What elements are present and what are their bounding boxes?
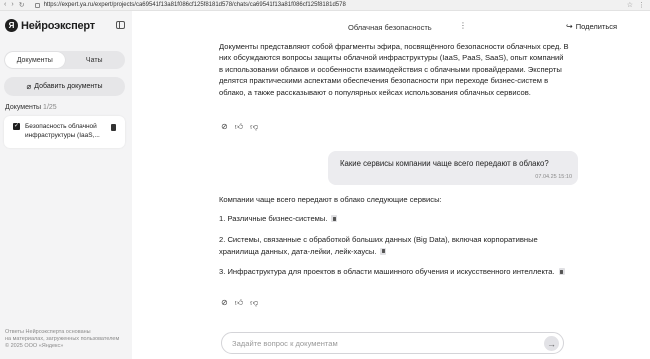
document-item[interactable]: ✓ Безопасность облачной инфраструктуры (… xyxy=(4,116,125,148)
paperclip-icon: ⌀ xyxy=(26,82,32,91)
browser-nav: ‹ › ↻ xyxy=(0,1,25,9)
thumbs-up-icon[interactable]: 👍︎ xyxy=(235,122,243,132)
reload-icon[interactable]: ↻ xyxy=(19,1,25,9)
tab-documents[interactable]: Документы xyxy=(5,52,65,68)
more-options-icon[interactable]: ⋮ xyxy=(459,21,467,30)
copy-link-icon[interactable]: ⊘ xyxy=(221,122,228,132)
thumbs-down-icon[interactable]: 👎︎ xyxy=(250,122,258,132)
question-input[interactable] xyxy=(232,337,532,350)
address-bar[interactable]: https://expert.ya.ru/expert/projects/ca6… xyxy=(44,2,346,8)
bookmark-icon[interactable]: ☆ xyxy=(627,1,633,9)
browser-toolbar: ‹ › ↻ https://expert.ya.ru/expert/projec… xyxy=(0,0,650,11)
documents-counter: Документы 1/25 xyxy=(5,104,57,111)
document-reference-icon[interactable] xyxy=(558,268,565,275)
assistant-answer-intro: Компании чаще всего передают в облако сл… xyxy=(219,195,442,204)
sidebar-footer: Ответы Нейроэксперта основаны на материа… xyxy=(5,329,129,350)
document-title: Безопасность облачной инфраструктуры (Ia… xyxy=(25,123,100,139)
thumbs-down-icon[interactable]: 👎︎ xyxy=(250,298,258,308)
answer-list-item: 3. Инфраструктура для проектов в области… xyxy=(219,266,569,278)
extensions-icon[interactable]: ⋮ xyxy=(638,1,645,9)
documents-label: Документы xyxy=(5,104,42,111)
answer-item-text: 1. Различные бизнес-системы. xyxy=(219,214,328,223)
logo-text: Нейроэксперт xyxy=(21,19,95,32)
footer-line: Ответы Нейроэксперта основаны xyxy=(5,329,91,335)
footer-line: на материалах, загруженных пользователем xyxy=(5,336,120,342)
document-reference-icon[interactable] xyxy=(380,247,387,255)
answer-item-text: 3. Инфраструктура для проектов в области… xyxy=(219,267,555,276)
add-documents-label: Добавить документы xyxy=(34,83,103,90)
message-timestamp: 07.04.25 15:10 xyxy=(535,174,572,180)
add-documents-button[interactable]: ⌀ Добавить документы xyxy=(4,77,125,96)
message-actions: ⊘ 👍︎ 👎︎ xyxy=(221,122,258,132)
checkbox-checked-icon[interactable]: ✓ xyxy=(13,123,20,130)
logo[interactable]: Я Нейроэксперт xyxy=(5,19,95,32)
arrow-right-icon: → xyxy=(547,338,556,349)
answer-list-item: 1. Различные бизнес-системы. xyxy=(219,213,569,225)
question-input-container: → xyxy=(221,332,564,354)
answer-item-text: 2. Системы, связанные с обработкой больш… xyxy=(219,235,538,256)
tab-chats[interactable]: Чаты xyxy=(65,52,125,68)
answer-list-item: 2. Системы, связанные с обработкой больш… xyxy=(219,234,569,257)
back-icon[interactable]: ‹ xyxy=(4,1,6,9)
copy-link-icon[interactable]: ⊘ xyxy=(221,298,228,308)
browser-actions: ☆ ⋮ xyxy=(627,1,650,9)
sidebar-tabs: Документы Чаты xyxy=(4,51,125,69)
lock-icon xyxy=(34,2,40,8)
share-button[interactable]: ↪ Поделиться xyxy=(566,22,617,31)
message-actions: ⊘ 👍︎ 👎︎ xyxy=(221,298,258,308)
thumbs-up-icon[interactable]: 👍︎ xyxy=(235,298,243,308)
user-message: Какие сервисы компании чаще всего переда… xyxy=(328,151,578,185)
chat-title: Облачная безопасность xyxy=(348,23,432,32)
documents-count: 1/25 xyxy=(43,104,57,111)
share-label: Поделиться xyxy=(575,22,618,31)
document-reference-icon[interactable] xyxy=(331,215,338,222)
copyright: © 2025 ООО «Яндекс» xyxy=(5,343,64,349)
share-icon: ↪ xyxy=(566,22,573,31)
yandex-logo-icon: Я xyxy=(5,19,18,32)
file-icon xyxy=(111,124,116,131)
assistant-message: Документы представляют собой фрагменты э… xyxy=(219,42,569,97)
user-question: Какие сервисы компании чаще всего переда… xyxy=(340,159,549,168)
collapse-sidebar-icon[interactable] xyxy=(116,21,125,29)
send-button[interactable]: → xyxy=(544,336,559,351)
forward-icon[interactable]: › xyxy=(11,1,13,9)
sidebar: Я Нейроэксперт Документы Чаты ⌀ Добавить… xyxy=(0,11,132,359)
